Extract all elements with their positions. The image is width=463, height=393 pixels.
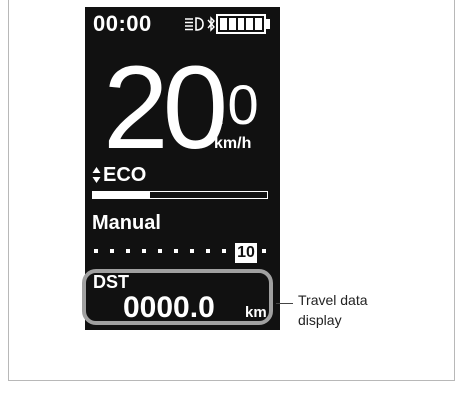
gear-dot: [190, 249, 194, 253]
speed-decimal: .0: [212, 73, 259, 136]
gear-dot: [262, 249, 266, 253]
gear-dot: [142, 249, 146, 253]
gear-dot: [174, 249, 178, 253]
light-icon: [185, 17, 204, 31]
gear-dot: [94, 249, 98, 253]
gear-dot: [158, 249, 162, 253]
assist-mode: ECO: [103, 164, 147, 186]
battery-segment: [228, 18, 236, 30]
gear-dot: [110, 249, 114, 253]
battery-segment: [246, 18, 254, 30]
callout-label: Travel data display: [298, 290, 368, 330]
gear-indicator: 10: [92, 243, 272, 263]
frame-border-bottom: [8, 380, 455, 381]
battery-segment: [255, 18, 262, 30]
battery-segment: [220, 18, 227, 30]
speed-unit: km/h: [214, 135, 252, 152]
battery-icon: [216, 14, 266, 34]
callout-line-1: Travel data: [298, 292, 368, 308]
gear-dot: [206, 249, 210, 253]
bluetooth-icon: [207, 16, 215, 32]
travel-data-value: 0000.0: [123, 291, 215, 324]
battery-segment: [237, 18, 245, 30]
battery-tip: [266, 19, 270, 29]
assist-arrows-icon: [92, 167, 101, 183]
callout-line: [276, 303, 293, 304]
frame-border-right: [454, 0, 455, 380]
speed-integer: 20: [103, 42, 228, 174]
callout-line-2: display: [298, 312, 342, 328]
current-gear: 10: [235, 243, 257, 263]
assist-level-bar: [92, 191, 268, 199]
cycle-computer-display: 00:00 20 .0 km/h ECO Manual 10 DST 0000.…: [82, 7, 280, 330]
travel-data-unit: km: [245, 304, 267, 321]
assist-level-fill: [93, 192, 151, 198]
frame-border-left: [8, 0, 9, 380]
gear-dot: [126, 249, 130, 253]
gear-dot: [222, 249, 226, 253]
travel-data-label: DST: [93, 272, 129, 292]
shift-mode: Manual: [92, 212, 161, 234]
clock: 00:00: [93, 11, 152, 36]
